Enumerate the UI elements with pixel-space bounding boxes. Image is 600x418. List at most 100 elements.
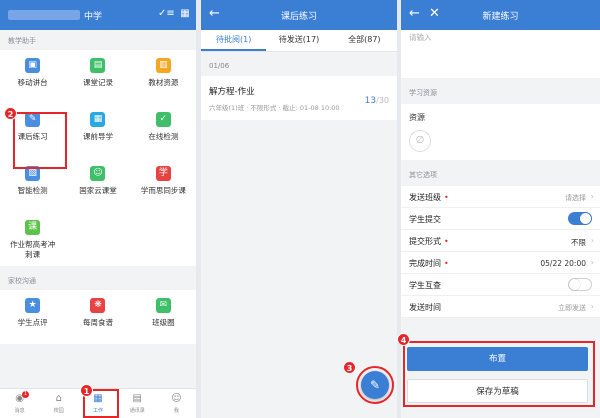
- weekly-menu-icon: ❋: [90, 298, 106, 313]
- homework-list-header: ← 课后练习: [201, 0, 397, 30]
- required-mark: •: [444, 237, 449, 246]
- campus-icon: ⌂: [55, 393, 62, 404]
- class-circle-icon: ✉: [155, 298, 171, 313]
- app-label: 班级圈: [152, 318, 175, 327]
- communication-apps-grid: ★ 学生点评 ❋ 每周食谱 ✉ 班级圈: [0, 290, 196, 344]
- highlight-circle-fab: [356, 366, 394, 404]
- step-badge-4: 4: [397, 333, 410, 346]
- projector-icon: ▣: [25, 58, 41, 73]
- resources-label: 资源: [409, 113, 425, 122]
- toggle-switch[interactable]: [568, 212, 592, 225]
- preview-icon: ▦: [90, 112, 106, 127]
- app-tile[interactable]: ▥ 教材资源: [131, 50, 196, 104]
- option-label-text: 发送班级: [409, 193, 441, 202]
- tab-pending-send[interactable]: 待发送(17): [266, 30, 331, 51]
- option-label: 学生互查: [409, 280, 441, 291]
- nav-item[interactable]: ⌂ 校园: [39, 389, 78, 418]
- homework-meta: 六年级(1)班 · 不限形式 · 截止: 01-08 10:00: [209, 104, 340, 112]
- app-label: 学生点评: [17, 318, 48, 327]
- date-header: 01/06: [209, 62, 230, 70]
- toggle-knob: [580, 213, 591, 224]
- option-row[interactable]: 学生互查: [401, 274, 600, 296]
- option-label: 发送班级 •: [409, 192, 449, 203]
- section-other-options: 其它选项: [409, 171, 437, 179]
- app-tile[interactable]: ☺ 国家云课堂: [65, 158, 130, 212]
- option-label-text: 学生互查: [409, 281, 441, 290]
- app-label: 课堂记录: [82, 78, 113, 87]
- option-label: 发送时间: [409, 302, 441, 313]
- app-tile[interactable]: 课作业帮高考冲刺课: [0, 212, 65, 266]
- app-tile[interactable]: ★ 学生点评: [0, 290, 65, 344]
- app-label: 课前导学: [82, 132, 113, 141]
- highlight-box-buttons: [403, 341, 595, 407]
- nav-item[interactable]: ▤ 通讯录: [118, 389, 157, 418]
- option-row[interactable]: 提交形式 • 不限 ›: [401, 230, 600, 252]
- app-label: 学而思同步课: [140, 186, 186, 195]
- option-row[interactable]: 完成时间 • 05/22 20:00 ›: [401, 252, 600, 274]
- option-label-text: 发送时间: [409, 303, 441, 312]
- chevron-right-icon: ›: [590, 258, 594, 267]
- attach-icon[interactable]: ∅: [409, 130, 431, 152]
- app-tile[interactable]: ✓ 在线检测: [131, 104, 196, 158]
- section-resources: 学习资源: [409, 89, 437, 97]
- app-tile[interactable]: ❋ 每周食谱: [65, 290, 130, 344]
- checklist-icon[interactable]: ✓≡: [158, 8, 175, 20]
- app-tile[interactable]: ▣ 移动讲台: [0, 50, 65, 104]
- app-label: 智能检测: [17, 186, 48, 195]
- submission-count: 13/30: [365, 96, 389, 106]
- highlight-box-homework: [13, 112, 67, 169]
- online-test-icon: ✓: [155, 112, 171, 127]
- homework-tabs: 待批阅(1) 待发送(17) 全部(87): [201, 30, 397, 52]
- nav-item[interactable]: ☺ 我: [157, 389, 196, 418]
- section-teaching: 教学助手: [8, 37, 36, 45]
- record-icon: ▤: [90, 58, 106, 73]
- option-value: 立即发送: [558, 304, 586, 312]
- app-tile[interactable]: ▦ 课前导学: [65, 104, 130, 158]
- workbench-header: 中学 ✓≡ ▦: [0, 0, 196, 30]
- toggle-switch[interactable]: [568, 278, 592, 291]
- chevron-right-icon: ›: [590, 192, 594, 201]
- page-title: 新建练习: [482, 12, 519, 22]
- tab-pending-review[interactable]: 待批阅(1): [201, 30, 267, 51]
- option-label: 学生提交: [409, 214, 441, 225]
- option-label: 完成时间 •: [409, 258, 449, 269]
- app-label: 每周食谱: [82, 318, 113, 327]
- submitted-count: 13: [364, 96, 377, 106]
- option-row[interactable]: 学生提交: [401, 208, 600, 230]
- new-homework-header: ← ✕ 新建练习: [401, 0, 600, 30]
- app-tile[interactable]: ✉ 班级圈: [131, 290, 196, 344]
- nav-label: 通讯录: [129, 408, 145, 414]
- option-value: 不限: [571, 238, 586, 247]
- section-home-school: 家校沟通: [8, 277, 36, 285]
- content-input[interactable]: 请输入: [401, 30, 600, 78]
- app-label: 在线检测: [148, 132, 179, 141]
- option-row[interactable]: 发送时间 立即发送 ›: [401, 296, 600, 318]
- app-label: 国家云课堂: [79, 186, 117, 195]
- tab-all[interactable]: 全部(87): [332, 30, 397, 51]
- app-label: 移动讲台: [17, 78, 48, 87]
- cloud-class-icon: ☺: [90, 166, 106, 181]
- school-name-suffix: 中学: [84, 12, 103, 22]
- workbench-panel: 中学 ✓≡ ▦ 教学助手 ▣ 移动讲台 ▤ 课堂记录 ▥ 教材资源 ✎ 课后练习 ▦ 课前导学 ✓ 在…: [0, 0, 196, 418]
- step-badge-1: 1: [80, 384, 93, 397]
- resources-block: 资源 ∅: [401, 104, 600, 160]
- option-label: 提交形式 •: [409, 236, 449, 247]
- nav-label: 消息: [14, 408, 25, 414]
- total-count: /30: [376, 96, 389, 105]
- app-tile[interactable]: ▤ 课堂记录: [65, 50, 130, 104]
- zuoyebang-icon: 课: [25, 220, 41, 235]
- app-label: 教材资源: [148, 78, 179, 87]
- xueersi-icon: 学: [155, 166, 171, 181]
- option-row[interactable]: 发送班级 • 请选择 ›: [401, 186, 600, 208]
- qr-scan-icon[interactable]: ▦: [179, 8, 191, 20]
- option-label-text: 完成时间: [409, 259, 441, 268]
- required-mark: •: [444, 259, 449, 268]
- option-value: 请选择: [565, 194, 586, 202]
- school-name-blurred: [8, 10, 80, 20]
- option-value: 05/22 20:00: [540, 259, 586, 268]
- homework-card[interactable]: 解方程-作业 六年级(1)班 · 不限形式 · 截止: 01-08 10:00 …: [201, 76, 397, 120]
- nav-item[interactable]: ◉ 消息 1: [0, 389, 39, 418]
- app-tile[interactable]: 学学而思同步课: [131, 158, 196, 212]
- page-title: 课后练习: [280, 12, 317, 22]
- options-list: 发送班级 • 请选择 › 学生提交 提交形式 • 不限 › 完成时间 • 05/22 20:00 › 学生…: [401, 186, 600, 318]
